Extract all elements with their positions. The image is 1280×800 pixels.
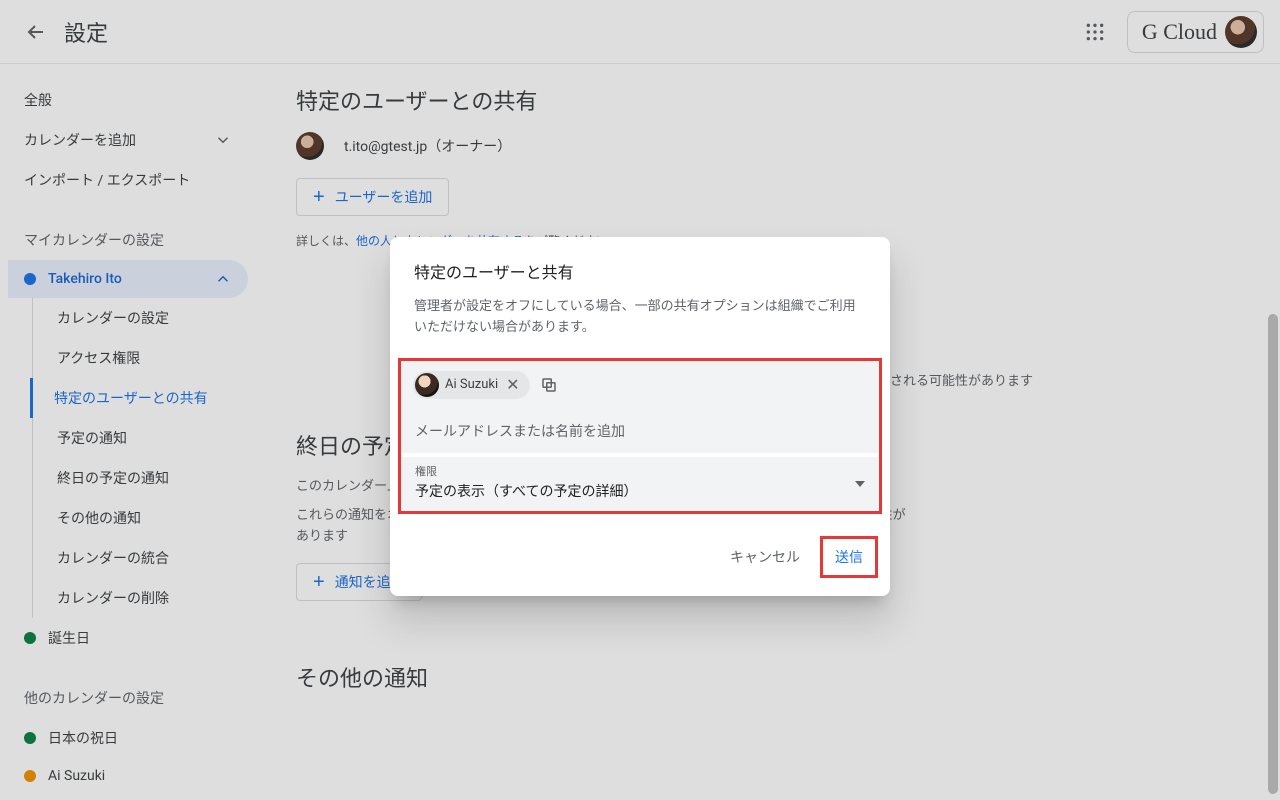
sidebar-item-label: カレンダーを追加 [24,130,136,150]
sidebar: 全般 カレンダーを追加 インポート / エクスポート マイカレンダーの設定 Ta… [0,64,256,800]
scrollbar[interactable] [1266,64,1280,800]
account-chip[interactable]: G Cloud [1127,11,1264,53]
sidebar-item-birthdays[interactable]: 誕生日 [8,618,248,658]
calendar-color-dot [24,273,36,285]
owner-email: t.ito@gtest.jp（オーナー） [344,136,511,156]
highlighted-send-region: 送信 [820,536,878,578]
dialog-title: 特定のユーザーと共有 [414,259,866,283]
avatar [296,132,324,160]
owner-row: t.ito@gtest.jp（オーナー） [296,132,916,160]
permission-label: 権限 [415,463,865,479]
scrollbar-thumb[interactable] [1268,314,1278,794]
button-label: ユーザーを追加 [335,187,433,207]
section-title-other-notif: その他の通知 [296,661,916,693]
section-title-share: 特定のユーザーとの共有 [296,84,916,116]
back-button[interactable] [16,12,56,52]
sidebar-heading-my-calendars: マイカレンダーの設定 [8,220,248,260]
account-label: G Cloud [1142,19,1217,45]
email-input[interactable]: メールアドレスまたは名前を追加 [401,409,879,453]
permission-value: 予定の表示（すべての予定の詳細） [415,481,865,501]
apps-button[interactable] [1075,12,1115,52]
sidebar-item-jp-holidays[interactable]: 日本の祝日 [8,718,248,758]
truncated-warning-text: される可能性があります [890,370,1033,389]
header: 設定 G Cloud [0,0,1280,64]
page-title: 設定 [64,16,108,48]
close-icon[interactable]: ✕ [504,375,521,394]
copy-icon[interactable] [540,376,558,394]
sidebar-item-general[interactable]: 全般 [8,80,248,120]
cancel-button[interactable]: キャンセル [718,539,812,575]
dropdown-arrow-icon [855,481,865,487]
plus-icon: + [313,187,325,207]
avatar [1225,16,1257,48]
sub-item-allday-notif[interactable]: 終日の予定の通知 [33,458,248,498]
sidebar-item-active-calendar[interactable]: Takehiro Ito [8,260,248,298]
share-dialog: 特定のユーザーと共有 管理者が設定をオフにしている場合、一部の共有オプションは組… [390,237,890,596]
calendar-color-dot [24,632,36,644]
sidebar-item-label: Takehiro Ito [48,271,122,287]
sub-item-cal-settings[interactable]: カレンダーの設定 [33,298,248,338]
sidebar-item-label: 誕生日 [48,628,90,648]
permission-select[interactable]: 権限 予定の表示（すべての予定の詳細） [401,457,879,511]
arrow-left-icon [24,20,48,44]
dialog-actions: キャンセル 送信 [390,522,890,596]
chip-label: Ai Suzuki [445,377,498,392]
chevron-up-icon [214,270,232,288]
sub-item-share-specific[interactable]: 特定のユーザーとの共有 [30,378,248,418]
sidebar-item-label: 日本の祝日 [48,728,118,748]
sub-item-delete[interactable]: カレンダーの削除 [33,578,248,618]
add-user-button[interactable]: + ユーザーを追加 [296,178,449,216]
calendar-color-dot [24,770,36,782]
sub-item-other-notif[interactable]: その他の通知 [33,498,248,538]
dialog-note: 管理者が設定をオフにしている場合、一部の共有オプションは組織でご利用いただけない… [414,297,866,339]
chevron-down-icon [214,131,232,149]
plus-icon: + [313,572,325,592]
sidebar-sublist: カレンダーの設定 アクセス権限 特定のユーザーとの共有 予定の通知 終日の予定の… [32,298,248,618]
sidebar-item-label: Ai Suzuki [48,768,105,784]
sub-item-event-notif[interactable]: 予定の通知 [33,418,248,458]
send-button[interactable]: 送信 [825,541,873,573]
sidebar-item-add-calendar[interactable]: カレンダーを追加 [8,120,248,160]
recipient-chip[interactable]: Ai Suzuki ✕ [413,371,530,399]
highlighted-input-region: Ai Suzuki ✕ メールアドレスまたは名前を追加 権限 予定の表示（すべて… [398,358,882,514]
avatar [415,373,439,397]
calendar-color-dot [24,732,36,744]
sidebar-heading-other-calendars: 他のカレンダーの設定 [8,678,248,718]
sub-item-integrate[interactable]: カレンダーの統合 [33,538,248,578]
sidebar-item-import-export[interactable]: インポート / エクスポート [8,160,248,200]
sidebar-item-ai-suzuki[interactable]: Ai Suzuki [8,758,248,794]
sub-item-access[interactable]: アクセス権限 [33,338,248,378]
recipient-chip-row: Ai Suzuki ✕ [401,361,879,409]
apps-grid-icon [1085,22,1105,42]
